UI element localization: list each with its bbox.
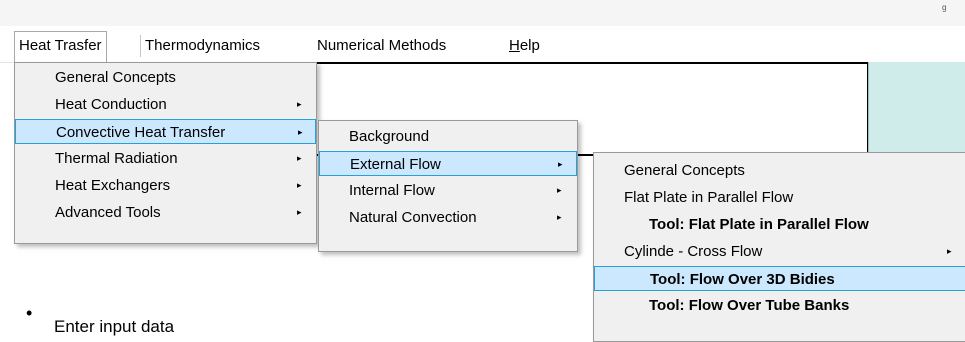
submenu-arrow-icon: ▸ bbox=[557, 212, 562, 222]
menu-numerical-methods[interactable]: Numerical Methods bbox=[313, 35, 450, 57]
menu-item-label: Background bbox=[349, 128, 430, 145]
menu-item-label: Heat Conduction bbox=[55, 96, 167, 113]
menu-item-label: Tool: Flat Plate in Parallel Flow bbox=[649, 216, 869, 233]
window-top-strip: ᵍ bbox=[0, 0, 965, 26]
menu3-item-general-concepts[interactable]: General Concepts bbox=[594, 158, 965, 183]
menu-help-mnemonic: H bbox=[509, 37, 520, 54]
menu1-item-convective-heat-transfer[interactable]: Convective Heat Transfer ▸ bbox=[15, 119, 316, 144]
menu-item-label: Convective Heat Transfer bbox=[56, 124, 226, 141]
menu1-item-thermal-radiation[interactable]: Thermal Radiation ▸ bbox=[15, 146, 316, 171]
submenu-arrow-icon: ▸ bbox=[297, 153, 302, 163]
menu-item-label: Natural Convection bbox=[349, 209, 477, 226]
submenu-arrow-icon: ▸ bbox=[297, 207, 302, 217]
menu-item-label: External Flow bbox=[350, 156, 441, 173]
submenu-arrow-icon: ▸ bbox=[558, 159, 563, 169]
menu3-item-flat-plate-parallel-flow[interactable]: Flat Plate in Parallel Flow bbox=[594, 185, 965, 210]
external-flow-submenu: General Concepts Flat Plate in Parallel … bbox=[593, 152, 965, 342]
menu-item-label: General Concepts bbox=[624, 162, 745, 179]
menu-help-rest: elp bbox=[519, 37, 540, 54]
menu2-item-background[interactable]: Background bbox=[319, 124, 577, 149]
menu2-item-internal-flow[interactable]: Internal Flow ▸ bbox=[319, 178, 577, 203]
menu-bar: Heat Trasfer Thermodynamics Numerical Me… bbox=[0, 26, 965, 63]
submenu-arrow-icon: ▸ bbox=[557, 185, 562, 195]
menu-item-label: Thermal Radiation bbox=[55, 150, 178, 167]
bullet-icon: • bbox=[26, 303, 33, 323]
menu1-item-advanced-tools[interactable]: Advanced Tools ▸ bbox=[15, 200, 316, 225]
submenu-arrow-icon: ▸ bbox=[298, 127, 303, 137]
heat-transfer-dropdown: General Concepts Heat Conduction ▸ Conve… bbox=[14, 62, 317, 244]
top-right-glyph: ᵍ bbox=[942, 2, 947, 16]
menu2-item-external-flow[interactable]: External Flow ▸ bbox=[319, 151, 577, 176]
bullet-text: Enter input data bbox=[54, 317, 175, 336]
menu1-item-heat-conduction[interactable]: Heat Conduction ▸ bbox=[15, 92, 316, 117]
convective-heat-transfer-submenu: Background External Flow ▸ Internal Flow… bbox=[318, 120, 578, 252]
menu3-item-tool-flat-plate[interactable]: Tool: Flat Plate in Parallel Flow bbox=[594, 212, 965, 237]
menu-item-label: Tool: Flow Over Tube Banks bbox=[649, 297, 850, 314]
menu3-item-tool-flow-3d-bodies[interactable]: Tool: Flow Over 3D Bidies bbox=[594, 266, 965, 291]
side-panel bbox=[868, 62, 965, 154]
menu2-item-natural-convection[interactable]: Natural Convection ▸ bbox=[319, 205, 577, 230]
menu3-item-tool-tube-banks[interactable]: Tool: Flow Over Tube Banks bbox=[594, 293, 965, 318]
menu1-item-general-concepts[interactable]: General Concepts bbox=[15, 65, 316, 90]
menu-item-label: Heat Exchangers bbox=[55, 177, 171, 194]
menu-item-label: Tool: Flow Over 3D Bidies bbox=[650, 271, 835, 288]
menu1-item-heat-exchangers[interactable]: Heat Exchangers ▸ bbox=[15, 173, 316, 198]
menu3-item-cylinder-cross-flow[interactable]: Cylinde - Cross Flow ▸ bbox=[594, 239, 965, 264]
submenu-arrow-icon: ▸ bbox=[297, 99, 302, 109]
menu-item-label: Cylinde - Cross Flow bbox=[624, 243, 763, 260]
menu-item-label: Advanced Tools bbox=[55, 204, 161, 221]
menu-thermodynamics[interactable]: Thermodynamics bbox=[140, 35, 264, 57]
menu-heat-transfer[interactable]: Heat Trasfer bbox=[14, 31, 107, 63]
submenu-arrow-icon: ▸ bbox=[297, 180, 302, 190]
menu-item-label: Flat Plate in Parallel Flow bbox=[624, 189, 794, 206]
menu-item-label: Internal Flow bbox=[349, 182, 435, 199]
submenu-arrow-icon: ▸ bbox=[947, 246, 952, 256]
menu-item-label: General Concepts bbox=[55, 69, 176, 86]
menu-help[interactable]: Help bbox=[505, 35, 544, 57]
